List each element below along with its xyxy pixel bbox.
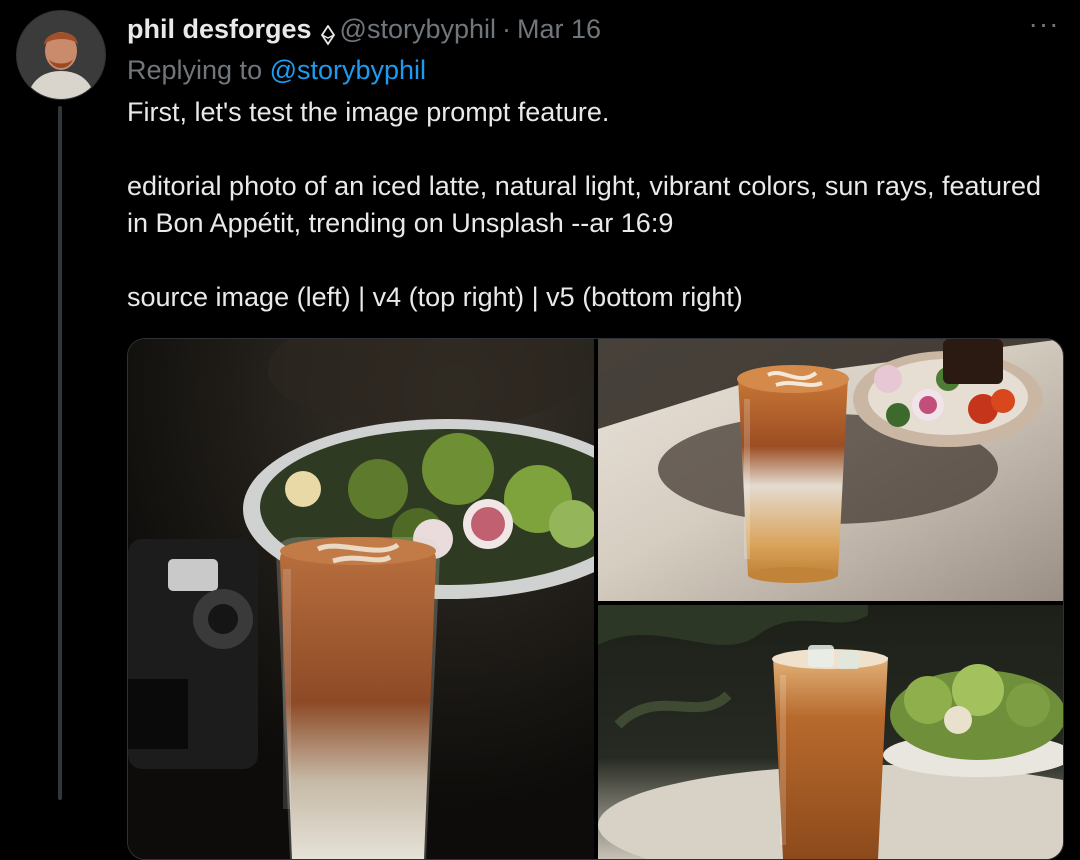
v5-image[interactable]	[598, 605, 1063, 859]
tweet-date[interactable]: Mar 16	[517, 12, 601, 46]
diamond-icon	[320, 19, 336, 46]
media-grid	[127, 338, 1064, 860]
avatar[interactable]	[16, 10, 106, 100]
more-options-icon[interactable]: ···	[1026, 10, 1062, 46]
tweet-line: editorial photo of an iced latte, natura…	[127, 171, 1042, 238]
source-image[interactable]	[128, 339, 594, 859]
separator: ·	[502, 14, 511, 44]
v4-image[interactable]	[598, 339, 1063, 601]
tweet-header: phil desforges @storybyphil · Mar 16	[127, 12, 1020, 46]
author-name[interactable]: phil desforges	[127, 12, 312, 46]
replying-to: Replying to @storybyphil	[127, 52, 426, 88]
replying-to-label: Replying to	[127, 55, 270, 85]
reply-handle-link[interactable]: @storybyphil	[270, 55, 426, 85]
tweet-text: First, let's test the image prompt featu…	[127, 94, 1047, 316]
tweet-line: source image (left) | v4 (top right) | v…	[127, 282, 743, 312]
author-handle[interactable]: @storybyphil	[340, 12, 496, 46]
thread-line	[58, 106, 62, 800]
tweet-line: First, let's test the image prompt featu…	[127, 97, 610, 127]
